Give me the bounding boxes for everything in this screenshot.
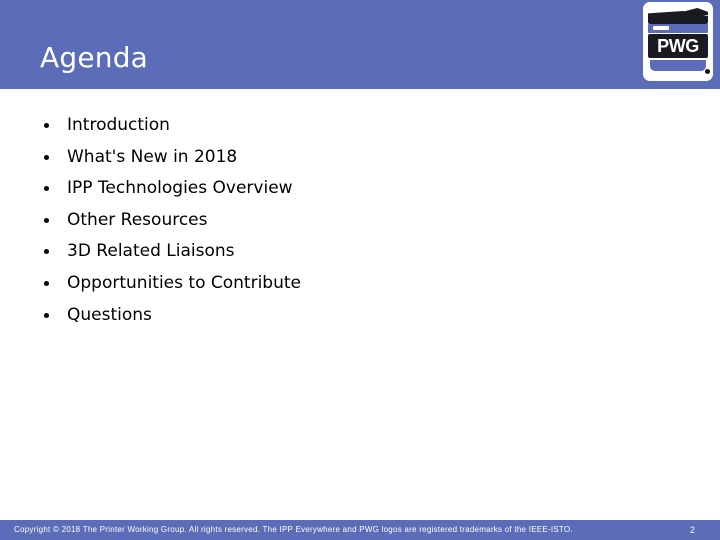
list-item-label: Other Resources xyxy=(67,209,208,230)
list-item-label: What's New in 2018 xyxy=(67,146,238,167)
list-item-label: IPP Technologies Overview xyxy=(67,178,293,199)
footer-page-number: 2 xyxy=(690,525,696,535)
list-item-label: Questions xyxy=(67,304,152,325)
page-title: Agenda xyxy=(40,41,149,74)
list-item: Introduction xyxy=(40,113,660,138)
printer-icon: PWG xyxy=(648,7,710,76)
logo-registered-dot-icon xyxy=(705,69,710,74)
pwg-logo-text: PWG xyxy=(657,36,699,56)
agenda-list: Introduction What's New in 2018 IPP Tech… xyxy=(40,113,660,334)
list-item: 3D Related Liaisons xyxy=(40,239,660,264)
printer-output-tray xyxy=(650,60,706,71)
slide: Agenda PWG Introduction What's New in 20… xyxy=(0,0,720,540)
list-item-label: Introduction xyxy=(67,115,170,135)
bullet-dot-icon xyxy=(44,186,49,192)
bullet-dot-icon xyxy=(44,154,49,160)
list-item: Other Resources xyxy=(40,208,660,233)
bullet-dot-icon xyxy=(44,123,49,128)
pwg-logo: PWG xyxy=(643,2,713,81)
list-item: IPP Technologies Overview xyxy=(40,176,660,201)
printer-slot xyxy=(653,26,669,30)
bullet-dot-icon xyxy=(44,312,49,318)
list-item-label: Opportunities to Contribute xyxy=(67,272,301,293)
list-item: Opportunities to Contribute xyxy=(40,271,660,296)
list-item: Questions xyxy=(40,303,660,328)
bullet-dot-icon xyxy=(44,217,49,223)
pwg-label-band: PWG xyxy=(648,34,708,58)
list-item: What's New in 2018 xyxy=(40,145,660,170)
bullet-dot-icon xyxy=(44,249,49,255)
footer-copyright-text: Copyright © 2018 The Printer Working Gro… xyxy=(14,525,573,534)
bullet-dot-icon xyxy=(44,280,49,286)
list-item-label: 3D Related Liaisons xyxy=(67,241,235,262)
